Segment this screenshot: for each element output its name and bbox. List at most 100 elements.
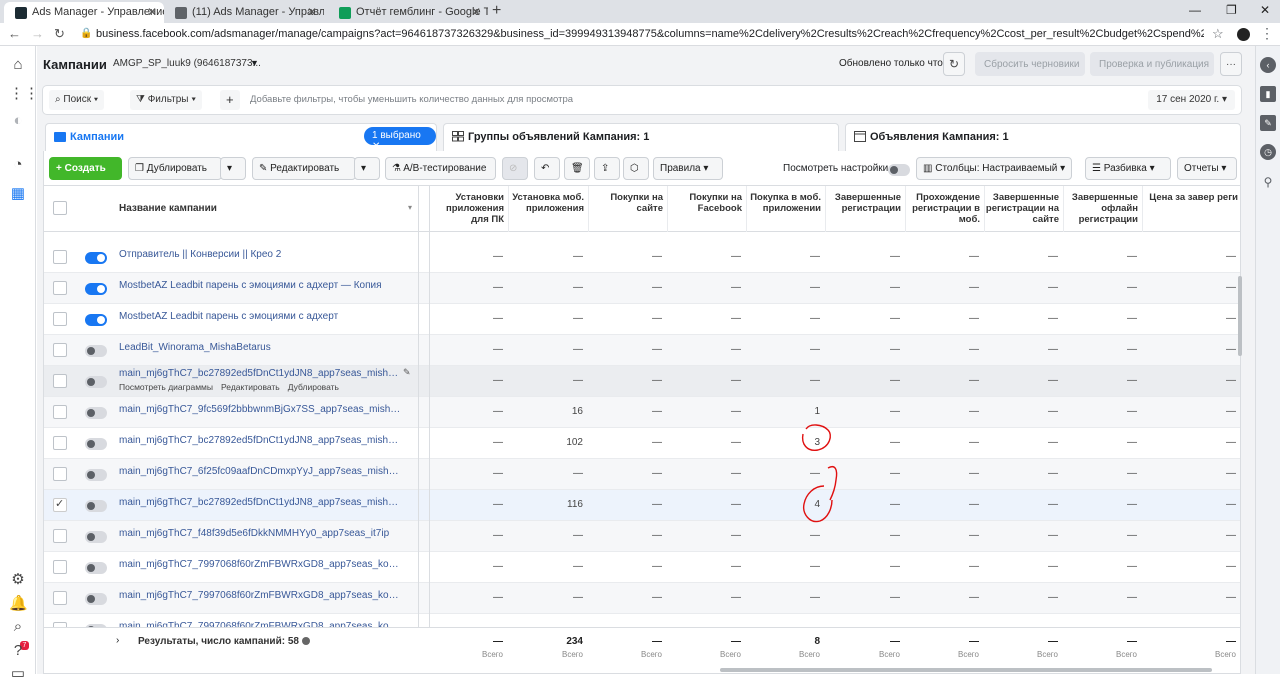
edit-action[interactable]: Редактировать [221, 382, 280, 392]
table-row[interactable]: main_mj6gThC7_6f25fc09aafDnCDmxpYyJ_app7… [44, 459, 1240, 490]
view-setup-toggle[interactable] [888, 164, 910, 176]
close-window-icon[interactable]: ✕ [1260, 3, 1270, 17]
column-header[interactable]: Покупки на сайте [589, 186, 668, 232]
campaign-status-toggle[interactable] [85, 283, 107, 295]
campaign-status-toggle[interactable] [85, 562, 107, 574]
ab-test-button[interactable]: ⚗ A/B-тестирование [385, 157, 496, 180]
browser-tab-ads-manager-2[interactable]: (11) Ads Manager - Управление ✕ [164, 2, 324, 23]
row-checkbox[interactable] [53, 467, 67, 481]
caret-down-icon[interactable]: ▼ [250, 58, 259, 68]
row-checkbox[interactable] [53, 497, 67, 512]
account-selector[interactable]: AMGP_SP_luuk9 (9646187373... [113, 58, 261, 69]
campaign-name-link[interactable]: MostbetAZ Leadbit парень с эмоциями с ад… [119, 311, 401, 322]
table-row[interactable]: Отправитель || Конверсии || Крео 2 — — — — — —… [44, 242, 1240, 273]
sort-icon[interactable]: ▾ [408, 203, 412, 212]
home-icon[interactable]: ⌂ [9, 56, 27, 74]
tab-campaigns[interactable]: Кампании 1 выбрано ✕ [45, 123, 437, 152]
table-row[interactable]: main_mj6gThC7_bc27892ed5fDnCt1ydJN8_app7… [44, 490, 1240, 521]
campaign-name-link[interactable]: main_mj6gThC7_f48f39d5e6fDkkNMMHYy0_app7… [119, 528, 401, 539]
row-checkbox[interactable] [53, 529, 67, 543]
campaign-status-toggle[interactable] [85, 500, 107, 512]
table-row[interactable]: main_mj6gThC7_bc27892ed5fDnCt1ydJN8_app7… [44, 366, 1240, 397]
column-header[interactable]: Завершенные регистрации на сайте [985, 186, 1064, 232]
table-row[interactable]: main_mj6gThC7_bc27892ed5fDnCt1ydJN8_app7… [44, 428, 1240, 459]
column-header[interactable]: Цена за завер реги [1143, 186, 1240, 232]
column-header-name[interactable]: Название кампании [119, 203, 217, 214]
table-row[interactable]: MostbetAZ Leadbit парень с эмоциями с ад… [44, 304, 1240, 335]
duplicate-caret-button[interactable]: ▾ [220, 157, 246, 180]
campaign-status-toggle[interactable] [85, 438, 107, 450]
campaign-status-toggle[interactable] [85, 314, 107, 326]
tab-ads[interactable]: Объявления Кампания: 1 [845, 123, 1241, 151]
undo-icon[interactable]: ↶ [534, 157, 560, 180]
edit-caret-button[interactable]: ▾ [354, 157, 380, 180]
search-button[interactable]: ⌕ Поиск ▾ [49, 90, 105, 110]
url-field[interactable]: 🔒 business.facebook.com/adsmanager/manag… [76, 25, 1204, 44]
browser-tab-ads-manager[interactable]: Ads Manager - Управление рек ✕ [4, 2, 164, 23]
table-row[interactable]: LeadBit_Winorama_MishaBetarus — — — — — — — — — — [44, 335, 1240, 366]
close-tab-icon[interactable]: ✕ [307, 5, 317, 19]
campaign-name-link[interactable]: main_mj6gThC7_7997068f60rZmFBWRxGD8_app7… [119, 559, 401, 570]
table-row[interactable]: main_mj6gThC7_f48f39d5e6fDkkNMMHYy0_app7… [44, 521, 1240, 552]
row-checkbox[interactable] [53, 281, 67, 295]
campaign-name-link[interactable]: main_mj6gThC7_6f25fc09aafDnCDmxpYyJ_app7… [119, 466, 401, 477]
tab-adsets[interactable]: Группы объявлений Кампания: 1 [443, 123, 839, 151]
view-charts-action[interactable]: Посмотреть диаграммы [119, 382, 213, 392]
export-icon[interactable]: ⇪ [594, 157, 620, 180]
expand-chevron-icon[interactable]: › [116, 635, 119, 646]
account-icon[interactable]: ◐ [9, 112, 27, 130]
browser-tab-sheets[interactable]: Отчёт гемблинг - Google Табли ✕ [328, 2, 488, 23]
close-tab-icon[interactable]: ✕ [471, 5, 481, 19]
tag-icon[interactable]: ⬡ [623, 157, 649, 180]
edit-panel-icon[interactable]: ✎ [1260, 115, 1276, 131]
campaign-status-toggle[interactable] [85, 376, 107, 388]
row-checkbox[interactable] [53, 405, 67, 419]
more-options-button[interactable]: ··· [1220, 52, 1242, 76]
column-header[interactable]: Установки приложения для ПК [429, 186, 509, 232]
campaign-name-link[interactable]: LeadBit_Winorama_MishaBetarus [119, 342, 401, 353]
campaign-name-link[interactable]: main_mj6gThC7_bc27892ed5fDnCt1ydJN8_app7… [119, 497, 401, 508]
discard-drafts-button[interactable]: Сбросить черновики [975, 52, 1085, 76]
filters-button[interactable]: ⧩ Фильтры ▾ [130, 90, 203, 110]
create-button[interactable]: + Создать [49, 157, 122, 180]
row-checkbox[interactable] [53, 436, 67, 450]
campaign-status-toggle[interactable] [85, 252, 107, 264]
apps-grid-icon[interactable]: ⋮⋮ [9, 84, 39, 102]
campaign-status-toggle[interactable] [85, 531, 107, 543]
table-row[interactable]: main_mj6gThC7_9fc569f2bbbwnmBjGx7SS_app7… [44, 397, 1240, 428]
campaign-status-toggle[interactable] [85, 469, 107, 481]
column-header[interactable]: Завершенные офлайн регистрации [1064, 186, 1143, 232]
row-checkbox[interactable] [53, 312, 67, 326]
row-checkbox[interactable] [53, 374, 67, 388]
table-row[interactable]: main_mj6gThC7_7997068f60rZmFBWRxGD8_app7… [44, 552, 1240, 583]
delete-disabled-icon[interactable]: ⊘ [502, 157, 528, 180]
reports-button[interactable]: Отчеты ▾ [1177, 157, 1237, 180]
duplicate-action[interactable]: Дублировать [288, 382, 339, 392]
zoom-icon[interactable]: ⚲ [1260, 174, 1276, 190]
row-checkbox[interactable] [53, 250, 67, 264]
campaign-name-link[interactable]: main_mj6gThC7_9fc569f2bbbwnmBjGx7SS_app7… [119, 404, 401, 415]
info-icon[interactable] [301, 637, 310, 646]
forward-icon[interactable]: → [31, 26, 44, 41]
row-checkbox[interactable] [53, 343, 67, 357]
edit-button[interactable]: ✎ Редактировать [252, 157, 356, 180]
vertical-scrollbar[interactable] [1238, 276, 1242, 356]
column-header[interactable]: Покупка в моб. приложении [747, 186, 826, 232]
new-tab-icon[interactable]: + [492, 2, 501, 20]
column-header[interactable]: Прохождение регистрации в моб. [906, 186, 985, 232]
campaigns-table-icon[interactable]: ▦ [9, 184, 27, 202]
bookmark-star-icon[interactable]: ☆ [1212, 26, 1224, 42]
review-publish-button[interactable]: Проверка и публикация [1090, 52, 1214, 76]
select-all-checkbox[interactable] [53, 201, 67, 215]
settings-icon[interactable]: ⚙ [9, 570, 27, 588]
campaign-name-link[interactable]: main_mj6gThC7_7997068f60rZmFBWRxGD8_app7… [119, 590, 401, 601]
reload-icon[interactable]: ↻ [54, 26, 65, 42]
campaign-status-toggle[interactable] [85, 345, 107, 357]
refresh-button[interactable]: ↻ [943, 52, 965, 76]
columns-button[interactable]: ▥ Столбцы: Настраиваемый ▾ [916, 157, 1072, 180]
edit-pencil-icon[interactable]: ✎ [403, 367, 411, 378]
notifications-icon[interactable]: 🔔 [9, 594, 28, 612]
rules-button[interactable]: Правила ▾ [653, 157, 723, 180]
minimize-icon[interactable]: — [1189, 3, 1201, 17]
add-filter-button[interactable]: + [220, 90, 240, 110]
